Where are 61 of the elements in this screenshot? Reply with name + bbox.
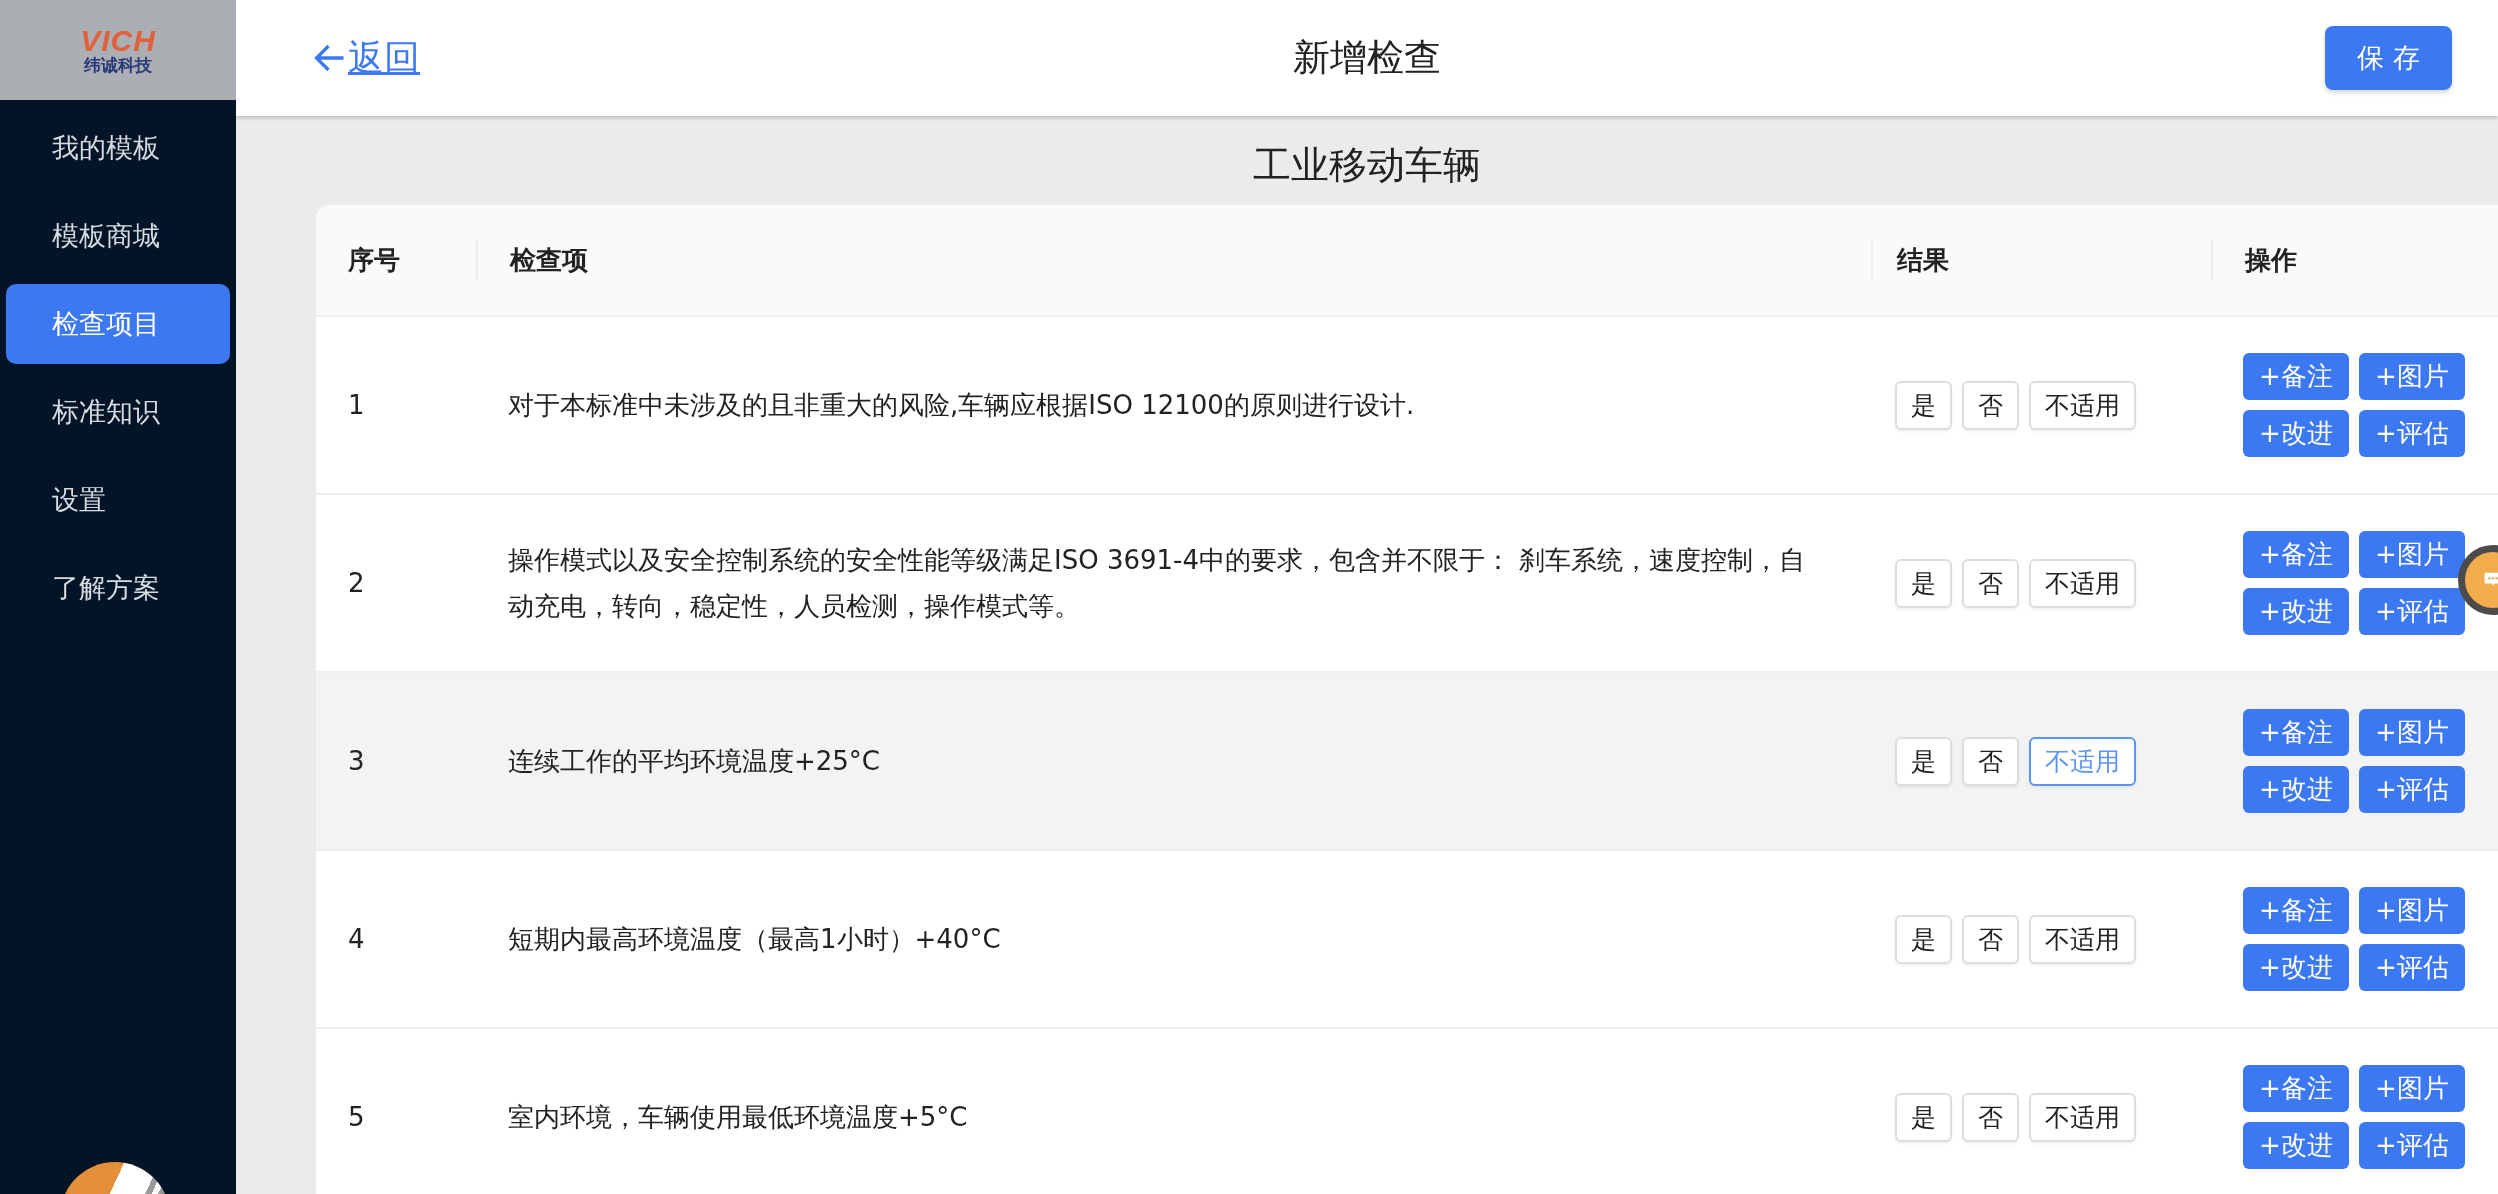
- result-option[interactable]: 是: [1895, 558, 1952, 608]
- page-title: 新增检查: [1293, 35, 1441, 81]
- row-number: 4: [348, 924, 365, 954]
- action-button[interactable]: +改进: [2243, 766, 2349, 813]
- sidebar-item[interactable]: 设置: [6, 460, 230, 540]
- result-option[interactable]: 否: [1962, 736, 2019, 786]
- column-header: 检查项: [476, 240, 1871, 280]
- action-button[interactable]: +备注: [2243, 709, 2349, 756]
- sidebar-item[interactable]: 了解方案: [6, 548, 230, 628]
- result-option[interactable]: 不适用: [2029, 558, 2136, 608]
- result-option[interactable]: 不适用: [2029, 914, 2136, 964]
- action-button[interactable]: +改进: [2243, 588, 2349, 635]
- sidebar-item[interactable]: 我的模板: [6, 108, 230, 188]
- row-number: 3: [348, 746, 365, 776]
- check-item-text: 短期内最高环境温度（最高1小时）+40°C: [508, 923, 1002, 956]
- action-button[interactable]: +图片: [2359, 353, 2465, 400]
- row-number: 5: [348, 1102, 365, 1132]
- result-option[interactable]: 不适用: [2029, 736, 2136, 786]
- action-button[interactable]: +图片: [2359, 1065, 2465, 1112]
- result-option[interactable]: 否: [1962, 914, 2019, 964]
- result-option[interactable]: 是: [1895, 1092, 1952, 1142]
- sidebar-item[interactable]: 模板商城: [6, 196, 230, 276]
- action-button[interactable]: +备注: [2243, 1065, 2349, 1112]
- result-option[interactable]: 否: [1962, 558, 2019, 608]
- action-button[interactable]: +改进: [2243, 1122, 2349, 1169]
- result-option[interactable]: 不适用: [2029, 380, 2136, 430]
- action-button[interactable]: +评估: [2359, 410, 2465, 457]
- section-title: 工业移动车辆: [1253, 142, 1481, 189]
- back-link[interactable]: 返回: [312, 33, 420, 83]
- action-button[interactable]: +备注: [2243, 531, 2349, 578]
- logo-name: 纬诚科技: [84, 55, 152, 75]
- sidebar-item[interactable]: 标准知识: [6, 372, 230, 452]
- result-option[interactable]: 否: [1962, 380, 2019, 430]
- action-button[interactable]: +评估: [2359, 944, 2465, 991]
- action-button[interactable]: +图片: [2359, 531, 2465, 578]
- check-item-text: 室内环境，车辆使用最低环境温度+5°C: [508, 1101, 969, 1134]
- action-button[interactable]: +改进: [2243, 944, 2349, 991]
- action-button[interactable]: +备注: [2243, 887, 2349, 934]
- action-button[interactable]: +图片: [2359, 887, 2465, 934]
- result-option[interactable]: 是: [1895, 736, 1952, 786]
- column-header: 结果: [1871, 240, 2211, 280]
- sidebar-item[interactable]: 检查项目: [6, 284, 230, 364]
- logo-mark: VICH: [80, 25, 156, 56]
- column-header: 操作: [2211, 240, 2498, 280]
- check-item-text: 对于本标准中未涉及的且非重大的风险,车辆应根据ISO 12100的原则进行设计.: [508, 389, 1416, 422]
- column-header: 序号: [347, 244, 401, 277]
- result-option[interactable]: 是: [1895, 380, 1952, 430]
- check-item-text: 操作模式以及安全控制系统的安全性能等级满足ISO 3691-4中的要求，包含并不限于： 刹车系统，速度控制，自动充电，转向，稳定性，人员检测，操作模式等。: [508, 544, 1807, 623]
- action-button[interactable]: +备注: [2243, 353, 2349, 400]
- row-number: 2: [348, 568, 365, 598]
- action-button[interactable]: +评估: [2359, 766, 2465, 813]
- check-item-text: 连续工作的平均环境温度+25°C: [508, 745, 882, 778]
- action-button[interactable]: +改进: [2243, 410, 2349, 457]
- save-button[interactable]: 保 存: [2325, 26, 2452, 90]
- row-number: 1: [348, 390, 365, 420]
- action-button[interactable]: +评估: [2359, 1122, 2465, 1169]
- action-button[interactable]: +图片: [2359, 709, 2465, 756]
- result-option[interactable]: 是: [1895, 914, 1952, 964]
- result-option[interactable]: 否: [1962, 1092, 2019, 1142]
- action-button[interactable]: +评估: [2359, 588, 2465, 635]
- result-option[interactable]: 不适用: [2029, 1092, 2136, 1142]
